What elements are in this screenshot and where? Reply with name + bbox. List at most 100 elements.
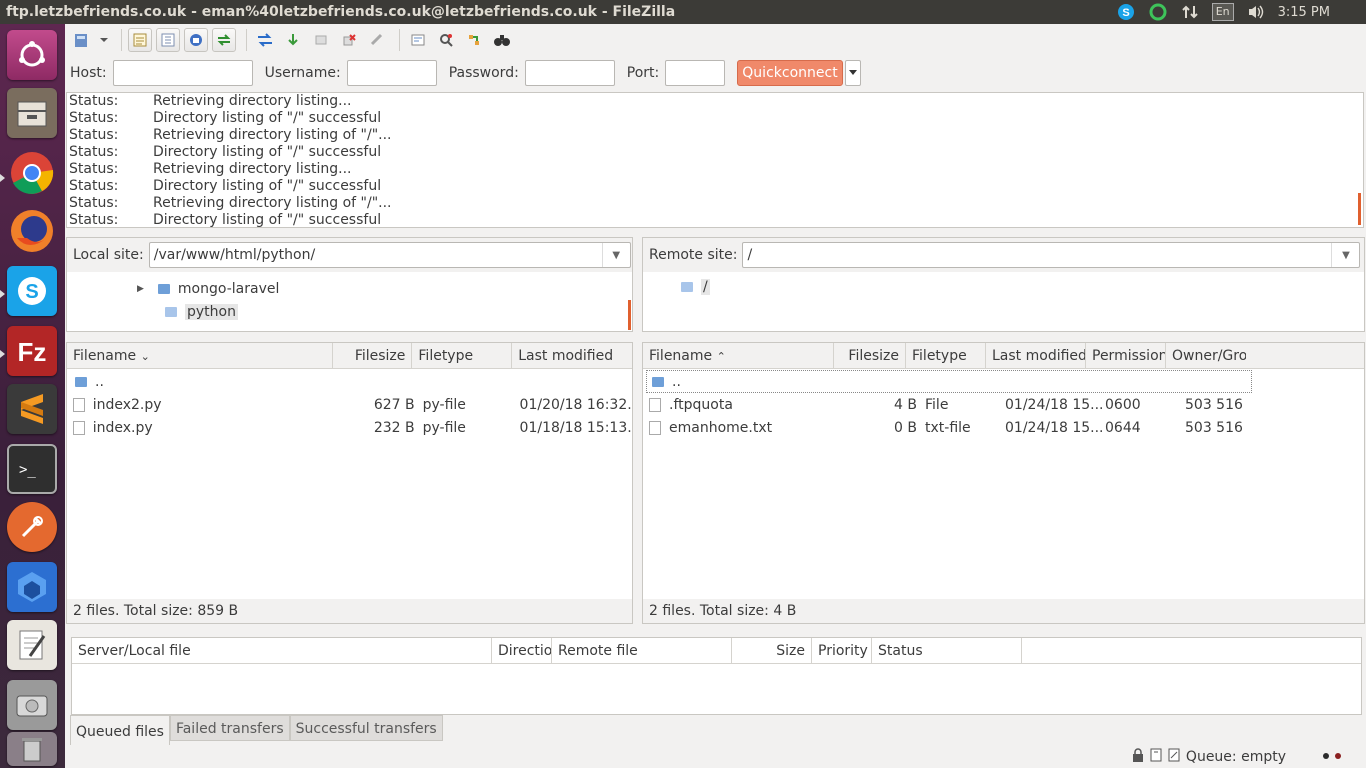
column-server-local-file[interactable]: Server/Local file [72,638,492,663]
terminal-icon[interactable]: >_ [7,444,57,494]
keyboard-layout-indicator[interactable]: En [1211,3,1234,21]
local-path-value: /var/www/html/python/ [153,247,316,263]
port-input[interactable] [665,60,726,86]
column-remote-file[interactable]: Remote file [552,638,732,663]
reconnect-icon[interactable] [365,28,389,52]
tree-item-mongo-laravel[interactable]: ▶ mongo-laravel [137,278,279,300]
quickconnect-button[interactable]: Quickconnect [737,60,843,86]
remote-tree[interactable]: / [643,272,1364,331]
tree-item-python[interactable]: python [165,301,238,323]
transfer-queue[interactable]: Server/Local file Directio Remote file S… [71,637,1362,715]
log-line: Status: Retrieving directory listing of "… [69,127,392,143]
app-hexagon-icon[interactable] [7,562,57,612]
filezilla-icon[interactable]: Fz [7,326,57,376]
tab-queued-files[interactable]: Queued files [70,715,170,745]
host-input[interactable] [112,60,253,86]
chrome-icon[interactable] [7,148,57,198]
directory-filter-icon[interactable] [406,28,430,52]
local-tree[interactable]: ▶ mongo-laravel python [67,272,632,331]
folder-icon [157,284,170,294]
sync-icon[interactable] [1168,748,1180,766]
search-icon[interactable] [490,28,514,52]
toggle-message-log-icon[interactable] [128,28,152,52]
remote-file-list: Filename ⌃ Filesize Filetype Last modifi… [642,342,1365,624]
column-owner-group[interactable]: Owner/Gro [1166,343,1246,369]
postman-icon[interactable] [7,502,57,552]
column-filename[interactable]: Filename ⌄ [67,343,333,369]
column-filetype[interactable]: Filetype [906,343,986,369]
network-icon[interactable] [1180,2,1200,22]
directory-comparison-icon[interactable] [462,28,486,52]
site-manager-icon[interactable] [69,28,93,52]
list-item-parent[interactable]: .. [646,370,1252,393]
toggle-remote-tree-icon[interactable] [184,28,208,52]
tree-item-root[interactable]: / [681,276,710,298]
column-filetype[interactable]: Filetype [412,343,513,369]
volume-icon[interactable] [1246,2,1266,22]
disk-icon[interactable] [7,680,57,730]
column-direction[interactable]: Directio [492,638,552,663]
list-item-parent[interactable]: .. [67,370,632,393]
column-filename[interactable]: Filename ⌃ [643,343,834,369]
main-toolbar [65,24,1366,56]
list-item[interactable]: emanhome.txt 0 B txt-file 01/24/18 15...… [643,416,1364,439]
column-permission[interactable]: Permission [1086,343,1166,369]
local-list-header: Filename ⌄ Filesize Filetype Last modifi… [67,343,632,369]
local-tree-scrollbar[interactable] [628,300,631,330]
filter-icon[interactable] [1150,748,1162,766]
log-line: Status: Retrieving directory listing... [69,93,352,109]
column-size[interactable]: Size [732,638,812,663]
sublime-text-icon[interactable] [7,384,57,434]
text-editor-icon[interactable] [7,620,57,670]
system-tray: S En 3:15 PM [1116,2,1366,22]
remote-path-combo[interactable]: / ▼ [742,242,1361,268]
quickconnect-history-dropdown[interactable] [844,60,861,86]
message-log[interactable]: Status: Retrieving directory listing... S… [66,92,1364,228]
password-input[interactable] [524,60,615,86]
column-status[interactable]: Status [872,638,1022,663]
chevron-down-icon[interactable]: ▼ [601,243,630,267]
site-manager-dropdown-icon[interactable] [97,28,111,52]
file-icon [649,420,661,435]
svg-text:Fz: Fz [18,337,47,367]
window-title: ftp.letzbefriends.co.uk - eman%40letzbef… [6,4,676,20]
ubuntu-logo-icon[interactable] [7,30,57,80]
queue-header: Server/Local file Directio Remote file S… [72,638,1361,664]
cancel-operation-icon[interactable] [309,28,333,52]
sync-browsing-icon[interactable] [434,28,458,52]
clock[interactable]: 3:15 PM [1278,5,1330,20]
tab-successful-transfers[interactable]: Successful transfers [289,715,443,741]
list-item[interactable]: .ftpquota 4 B File 01/24/18 15... 0600 5… [643,393,1364,416]
list-item[interactable]: index.py 232 B py-file 01/18/18 15:13... [67,416,632,439]
transfer-led-icon [1322,749,1344,765]
disconnect-icon[interactable] [337,28,361,52]
column-filesize[interactable]: Filesize [333,343,413,369]
refresh-icon[interactable] [253,28,277,52]
toggle-transfer-queue-icon[interactable] [212,28,236,52]
sync-tray-icon[interactable] [1148,2,1168,22]
trash-icon[interactable] [7,732,57,766]
files-icon[interactable] [7,88,57,138]
svg-text:S: S [25,281,38,303]
username-input[interactable] [346,60,437,86]
host-label: Host: [70,65,107,81]
column-last-modified[interactable]: Last modified [512,343,632,369]
running-indicator [0,350,5,358]
firefox-icon[interactable] [7,206,57,256]
skype-icon[interactable]: S [7,266,57,316]
local-site-bar: Local site: /var/www/html/python/ ▼ [67,238,632,272]
tab-failed-transfers[interactable]: Failed transfers [169,715,290,741]
port-label: Port: [626,65,660,81]
local-path-combo[interactable]: /var/www/html/python/ ▼ [148,242,631,268]
column-last-modified[interactable]: Last modified [986,343,1086,369]
column-priority[interactable]: Priority [812,638,872,663]
chevron-down-icon[interactable]: ▼ [1331,243,1359,267]
column-filesize[interactable]: Filesize [834,343,906,369]
process-queue-icon[interactable] [281,28,305,52]
toggle-local-tree-icon[interactable] [156,28,180,52]
list-item[interactable]: index2.py 627 B py-file 01/20/18 16:32..… [67,393,632,416]
skype-tray-icon[interactable]: S [1116,2,1136,22]
lock-icon [1132,748,1144,766]
log-scrollbar[interactable] [1358,193,1361,225]
expand-arrow-icon[interactable]: ▶ [137,284,144,294]
